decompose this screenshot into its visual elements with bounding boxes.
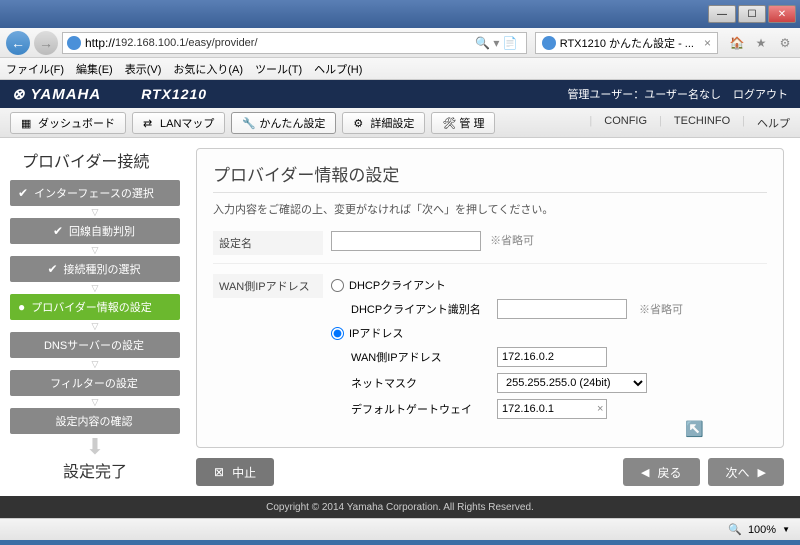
close-button[interactable]: ✕ (768, 5, 796, 23)
maximize-button[interactable]: ☐ (738, 5, 766, 23)
input-setting-name[interactable] (331, 231, 481, 251)
wizard-sidebar: プロバイダー接続 ✔インターフェースの選択 ▽ ✔回線自動判別 ▽ ✔接続種別の… (0, 138, 190, 496)
globe-icon (67, 36, 81, 50)
form-panel: プロバイダー情報の設定 入力内容をご確認の上、変更がなければ「次へ」を押してくだ… (196, 148, 784, 448)
tab-detail-setup[interactable]: ⚙詳細設定 (342, 112, 425, 134)
step-confirm[interactable]: 設定内容の確認 (10, 408, 180, 434)
arrow-down-icon: ⬇ (10, 438, 180, 456)
gear-icon[interactable]: ⚙ (776, 34, 794, 52)
search-icon[interactable]: 🔍 ▾ 📄 (471, 36, 522, 50)
panel-heading: プロバイダー情報の設定 (213, 161, 767, 193)
zoom-icon[interactable]: 🔍 (728, 523, 742, 537)
url-text: 192.168.100.1/easy/provider/ (115, 37, 471, 49)
check-icon: ✔ (18, 186, 28, 200)
link-help[interactable]: ヘルプ (757, 115, 790, 131)
forward-button[interactable]: → (34, 31, 58, 55)
address-bar[interactable]: http://192.168.100.1/easy/provider/ 🔍 ▾ … (62, 32, 527, 54)
step-conntype[interactable]: ✔接続種別の選択 (10, 256, 180, 282)
tab-easy-setup[interactable]: 🔧かんたん設定 (231, 112, 336, 134)
input-wan-ip[interactable] (497, 347, 607, 367)
back-button[interactable]: ← (6, 31, 30, 55)
tab-dashboard[interactable]: ▦ダッシュボード (10, 112, 126, 134)
back-button-wizard[interactable]: ◀戻る (623, 458, 699, 486)
brand-logo: ⊗ YAMAHA (12, 85, 101, 103)
tab-lanmap[interactable]: ⇄LANマップ (132, 112, 225, 134)
hint-optional: ※省略可 (639, 301, 683, 317)
label-wan-ip-addr: WAN側IPアドレス (351, 349, 491, 365)
gear-icon: ⚙ (353, 117, 365, 129)
chevron-down-icon: ▽ (10, 322, 180, 330)
radio-dhcp[interactable] (331, 279, 344, 292)
minimize-button[interactable]: — (708, 5, 736, 23)
browser-statusbar: 🔍 100% ▼ (0, 518, 800, 540)
step-complete-label: 設定完了 (10, 458, 180, 482)
cancel-button[interactable]: ⊠中止 (196, 458, 274, 486)
label-setting-name: 設定名 (213, 231, 323, 255)
menu-file[interactable]: ファイル(F) (6, 61, 64, 77)
favorite-icon[interactable]: ★ (752, 34, 770, 52)
chevron-down-icon: ▽ (10, 398, 180, 406)
link-config[interactable]: CONFIG (604, 115, 647, 131)
sidebar-title: プロバイダー接続 (10, 146, 180, 180)
check-icon: ✔ (53, 224, 63, 238)
model-name: RTX1210 (141, 86, 207, 102)
zoom-level[interactable]: 100% (748, 524, 776, 536)
menu-tools[interactable]: ツール(T) (255, 61, 302, 77)
link-techinfo[interactable]: TECHINFO (674, 115, 730, 131)
step-provider-info[interactable]: ●プロバイダー情報の設定 (10, 294, 180, 320)
input-dhcp-id[interactable] (497, 299, 627, 319)
menu-favorites[interactable]: お気に入り(A) (173, 61, 243, 77)
check-icon: ✔ (47, 262, 57, 276)
dot-icon: ● (18, 300, 25, 314)
chevron-down-icon: ▽ (10, 208, 180, 216)
chevron-down-icon: ▽ (10, 246, 180, 254)
menu-edit[interactable]: 編集(E) (76, 61, 113, 77)
label-gateway: デフォルトゲートウェイ (351, 401, 491, 417)
panel-note: 入力内容をご確認の上、変更がなければ「次へ」を押してください。 (213, 201, 767, 217)
step-linecheck[interactable]: ✔回線自動判別 (10, 218, 180, 244)
hint-optional: ※省略可 (490, 235, 534, 247)
app-toolbar: ▦ダッシュボード ⇄LANマップ 🔧かんたん設定 ⚙詳細設定 🛠管 理 | CO… (0, 108, 800, 138)
admin-user-label: 管理ユーザー：ユーザー名なし (567, 86, 721, 102)
app-header: ⊗ YAMAHA RTX1210 管理ユーザー：ユーザー名なし ログアウト (0, 80, 800, 108)
chevron-down-icon: ▽ (10, 360, 180, 368)
menu-help[interactable]: ヘルプ(H) (314, 61, 362, 77)
tool-icon: 🛠 (442, 117, 454, 129)
label-netmask: ネットマスク (351, 375, 491, 391)
label-ipaddress-option: IPアドレス (349, 325, 403, 341)
next-button[interactable]: 次へ▶ (708, 458, 784, 486)
label-dhcp-client: DHCPクライアント (349, 277, 446, 293)
browser-menubar: ファイル(F) 編集(E) 表示(V) お気に入り(A) ツール(T) ヘルプ(… (0, 58, 800, 80)
triangle-right-icon: ▶ (758, 466, 766, 479)
logout-link[interactable]: ログアウト (733, 86, 788, 102)
browser-tab[interactable]: RTX1210 かんたん設定 - ... × (535, 32, 718, 54)
clear-icon[interactable]: × (597, 403, 603, 415)
label-wan-ip: WAN側IPアドレス (213, 274, 323, 298)
step-filter[interactable]: フィルターの設定 (10, 370, 180, 396)
page-icon (542, 36, 556, 50)
radio-ipaddress[interactable] (331, 327, 344, 340)
browser-navbar: ← → http://192.168.100.1/easy/provider/ … (0, 28, 800, 58)
input-gateway[interactable] (497, 399, 607, 419)
step-dns[interactable]: DNSサーバーの設定 (10, 332, 180, 358)
window-titlebar: — ☐ ✕ (0, 0, 800, 28)
step-interface[interactable]: ✔インターフェースの選択 (10, 180, 180, 206)
wrench-icon: 🔧 (242, 117, 254, 129)
dashboard-icon: ▦ (21, 117, 33, 129)
label-dhcp-id: DHCPクライアント識別名 (351, 301, 491, 317)
app-footer: Copyright © 2014 Yamaha Corporation. All… (0, 496, 800, 518)
select-netmask[interactable]: 255.255.255.0 (24bit) (497, 373, 647, 393)
triangle-left-icon: ◀ (641, 466, 649, 479)
tab-title: RTX1210 かんたん設定 - ... (560, 35, 694, 51)
lanmap-icon: ⇄ (143, 117, 155, 129)
chevron-down-icon: ▽ (10, 284, 180, 292)
tab-manage[interactable]: 🛠管 理 (431, 112, 495, 134)
home-icon[interactable]: 🏠 (728, 34, 746, 52)
menu-view[interactable]: 表示(V) (125, 61, 162, 77)
x-icon: ⊠ (214, 465, 224, 479)
